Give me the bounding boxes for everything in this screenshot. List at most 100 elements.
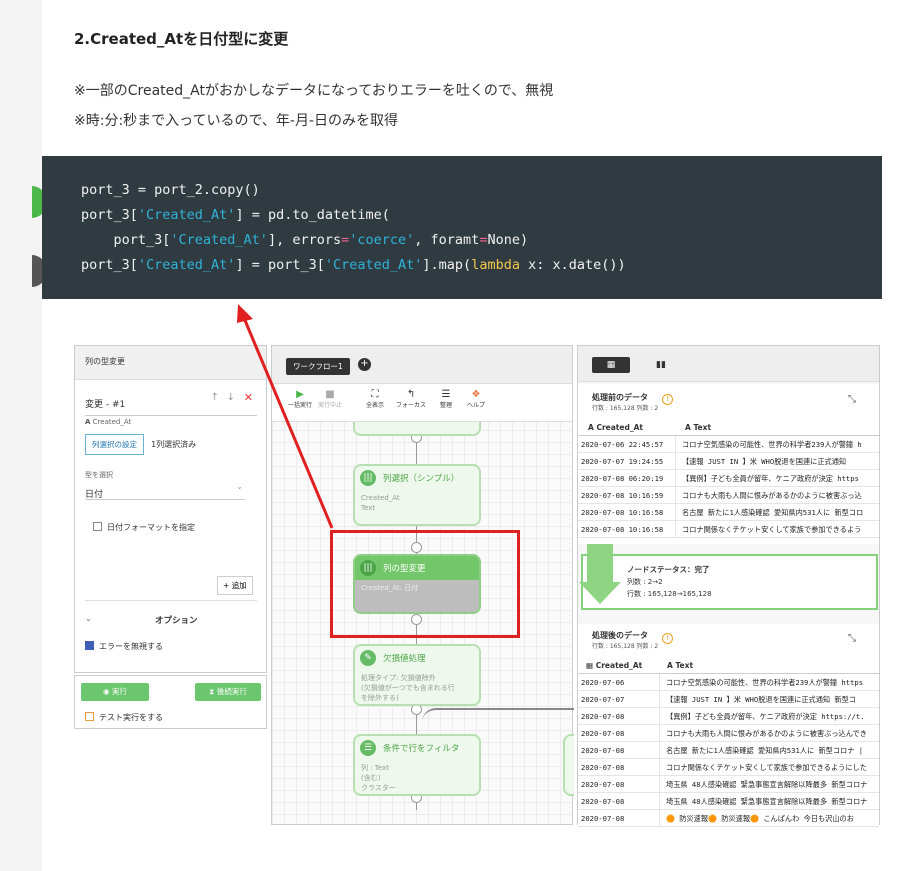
info-icon[interactable]: ! (662, 394, 673, 405)
table-row: 2020-07-08 06:20:19 【異例】子ども全員が留年、ケニア政府が決定… (578, 470, 879, 487)
before-subtitle: 行数 : 165,128 列数 : 2 (592, 405, 659, 412)
stop-icon: ■ (325, 389, 335, 400)
cell-text: コロナ空気感染の可能性、世界の科学者239人が警鐘 h (675, 436, 862, 452)
before-data: 処理前のデータ ! 行数 : 165,128 列数 : 2 ⤡ A Create… (578, 384, 879, 544)
fit-icon: ⛶ (371, 389, 379, 400)
cell-created-at: 2020-07-07 19:24:55 (581, 457, 664, 466)
workflow-canvas[interactable]: ワークフロー1 + ▶ 一括実行 ■ 実行中止 ⛶ 全表示 ↰ フォーカス ☰ 整理 ❖ ヘ… (271, 345, 574, 825)
cell-created-at: 2020-07-08 (581, 780, 625, 789)
table-row: 2020-07-08 コロナ関係なくチケット安くして家族で参加できるようにした (578, 759, 879, 776)
date-format-checkbox[interactable]: 日付フォーマットを指定 (93, 522, 195, 533)
table-view-icon[interactable]: ▦ (592, 357, 630, 373)
highlight-box (330, 530, 520, 638)
play-icon: ▶ (296, 389, 304, 400)
table-row: 2020-07-08 【異例】子ども全員が留年、ケニア政府が決定 https://… (578, 708, 879, 725)
workflow-toolbar: ▶ 一括実行 ■ 実行中止 ⛶ 全表示 ↰ フォーカス ☰ 整理 ❖ ヘルプ (272, 384, 572, 422)
note-line-1: ※一部のCreated_Atがおかしなデータになっておりエラーを吐くので、無視 (74, 83, 554, 99)
cell-created-at: 2020-07-08 (581, 763, 625, 772)
code-line-1: port_3 = port_2.copy() (81, 182, 260, 198)
column-type-panel: 列の型変更 変更 - #1 ↑ ↓ ✕ A Created_At 列選択の設定 … (74, 345, 267, 673)
run-panel: ◉ 実行 ⧗ 後続実行 テスト実行をする (74, 675, 267, 729)
focus-button[interactable]: ↰ フォーカス (396, 389, 426, 409)
plus-icon: + (223, 581, 230, 590)
hourglass-icon: ⧗ (209, 687, 215, 696)
expand-icon[interactable]: ⤡ (848, 633, 856, 644)
data-preview-panel: ▦ ▮▮ 処理前のデータ ! 行数 : 165,128 列数 : 2 ⤡ A C… (577, 345, 880, 827)
table-row: 2020-07-08 コロナも大雨も人間に恨みがあるかのように被害ぶっ込んでき (578, 725, 879, 742)
cell-created-at: 2020-07-08 (581, 729, 625, 738)
options-label: オプション (155, 616, 198, 626)
table-row: 2020-07-06 22:45:57 コロナ空気感染の可能性、世界の科学者239… (578, 436, 879, 453)
arrow-up-icon[interactable]: ↑ (211, 392, 219, 403)
fit-all-button[interactable]: ⛶ 全表示 (366, 389, 384, 409)
note-line-2: ※時:分:秒まで入っているので、年-月-日のみを取得 (74, 113, 399, 129)
tab-workflow[interactable]: ワークフロー1 (286, 358, 350, 375)
article: 2.Created_Atを日付型に変更 ※一部のCreated_Atがおかしなデ… (32, 0, 919, 871)
cell-created-at: 2020-07-08 (581, 712, 625, 721)
cell-text: 【速報 JUST IN 】米 WHO脱退を国連に正式通知 (675, 453, 846, 469)
add-tab-icon[interactable]: + (358, 358, 371, 371)
column-select-button[interactable]: 列選択の設定 (85, 434, 144, 455)
node-column-select[interactable]: ||| 列選択（シンプル） Created_At Text (353, 464, 481, 526)
cell-created-at: 2020-07-08 (581, 746, 625, 755)
edit-icon: ✎ (360, 650, 376, 666)
cell-created-at: 2020-07-08 06:20:19 (581, 474, 664, 483)
after-subtitle: 行数 : 165,128 列数 : 2 (592, 643, 659, 650)
options-toggle[interactable]: ⌄ (85, 614, 92, 623)
arrow-down-icon[interactable]: ↓ (227, 392, 235, 403)
run-all-button[interactable]: ▶ 一括実行 (288, 389, 312, 409)
node-previous[interactable] (353, 422, 481, 436)
cell-text: コロナ空気感染の可能性、世界の科学者239人が警鐘 https (659, 674, 863, 690)
cell-text: コロナ関係なくチケット安くして家族で参加できるよう (675, 521, 861, 537)
focus-icon: ↰ (406, 389, 416, 400)
text-type-icon: A (588, 423, 594, 432)
section-heading: 2.Created_Atを日付型に変更 (74, 30, 289, 48)
after-table: 2020-07-06 コロナ空気感染の可能性、世界の科学者239人が警鐘 http… (578, 674, 879, 827)
cell-created-at: 2020-07-08 10:16:58 (581, 525, 664, 534)
play-icon: ◉ (103, 687, 110, 696)
cell-created-at: 2020-07-06 (581, 678, 625, 687)
chevron-icon: ⌄ (85, 614, 92, 623)
node-filter-rows[interactable]: ☰ 条件で行をフィルタ 列 : Text (含む) クラスター (353, 734, 481, 796)
cell-text: 埼玉県 48人感染確認 緊急事態宣言解除以降最多 新型コロナ (659, 793, 867, 809)
table-row: 2020-07-08 埼玉県 48人感染確認 緊急事態宣言解除以降最多 新型コロナ (578, 776, 879, 793)
cell-created-at: 2020-07-08 (581, 797, 625, 806)
table-row: 2020-07-08 埼玉県 48人感染確認 緊急事態宣言解除以降最多 新型コロナ (578, 793, 879, 810)
stop-button[interactable]: ■ 実行中止 (318, 389, 342, 409)
cell-text: 名古屋 新たに1人感染確認 愛知県内531人に 新型コロナ | (659, 742, 863, 758)
run-next-button[interactable]: ⧗ 後続実行 (195, 683, 261, 701)
run-button[interactable]: ◉ 実行 (81, 683, 149, 701)
columns-icon: ||| (360, 470, 376, 486)
table-row: 2020-07-06 コロナ空気感染の可能性、世界の科学者239人が警鐘 http… (578, 674, 879, 691)
expand-icon[interactable]: ⤡ (848, 394, 856, 405)
code-line-4: port_3['Created_At'] = port_3['Created_A… (81, 257, 626, 273)
chart-view-icon[interactable]: ▮▮ (642, 357, 680, 373)
before-title: 処理前のデータ (592, 393, 648, 402)
text-type-icon: A (667, 661, 673, 670)
info-icon[interactable]: ! (662, 633, 673, 644)
cell-created-at: 2020-07-06 22:45:57 (581, 440, 664, 449)
ignore-errors-checkbox[interactable]: エラーを無視する (85, 641, 163, 652)
table-row: 2020-07-08 10:16:58 名古屋 新たに1人感染確認 愛知県内531… (578, 504, 879, 521)
text-type-icon: A (685, 423, 691, 432)
test-run-checkbox[interactable]: テスト実行をする (85, 712, 163, 723)
table-row: 2020-07-08 10:16:58 コロナ関係なくチケット安くして家族で参加で… (578, 521, 879, 538)
before-table: 2020-07-06 22:45:57 コロナ空気感染の可能性、世界の科学者239… (578, 436, 879, 538)
code-line-2: port_3['Created_At'] = pd.to_datetime( (81, 207, 390, 223)
cell-text: コロナ関係なくチケット安くして家族で参加できるようにした (659, 759, 867, 775)
chevron-down-icon: ⌄ (236, 482, 243, 491)
cell-text: 【速報 JUST IN 】米 WHO脱退を国連に正式通知 新型コ (659, 691, 856, 707)
type-select[interactable]: 日付 ⌄ (85, 482, 245, 500)
add-button[interactable]: + 追加 (217, 576, 253, 595)
after-title: 処理後のデータ (592, 631, 648, 640)
help-button[interactable]: ❖ ヘルプ (467, 389, 485, 409)
table-row: 2020-07-07 19:24:55 【速報 JUST IN 】米 WHO脱退を… (578, 453, 879, 470)
list-icon: ☰ (441, 389, 451, 400)
node-missing-values[interactable]: ✎ 欠損値処理 処理タイプ: 欠損値除外 (欠損値が一つでも含まれる行 を除外する) (353, 644, 481, 706)
arrange-button[interactable]: ☰ 整理 (440, 389, 452, 409)
node-offscreen[interactable] (563, 734, 574, 796)
cell-created-at: 2020-07-08 (581, 814, 625, 823)
type-select-label: 型を選択 (85, 471, 113, 479)
cell-text: 【異例】子ども全員が留年、ケニア政府が決定 https (675, 470, 859, 486)
close-icon[interactable]: ✕ (244, 391, 253, 404)
